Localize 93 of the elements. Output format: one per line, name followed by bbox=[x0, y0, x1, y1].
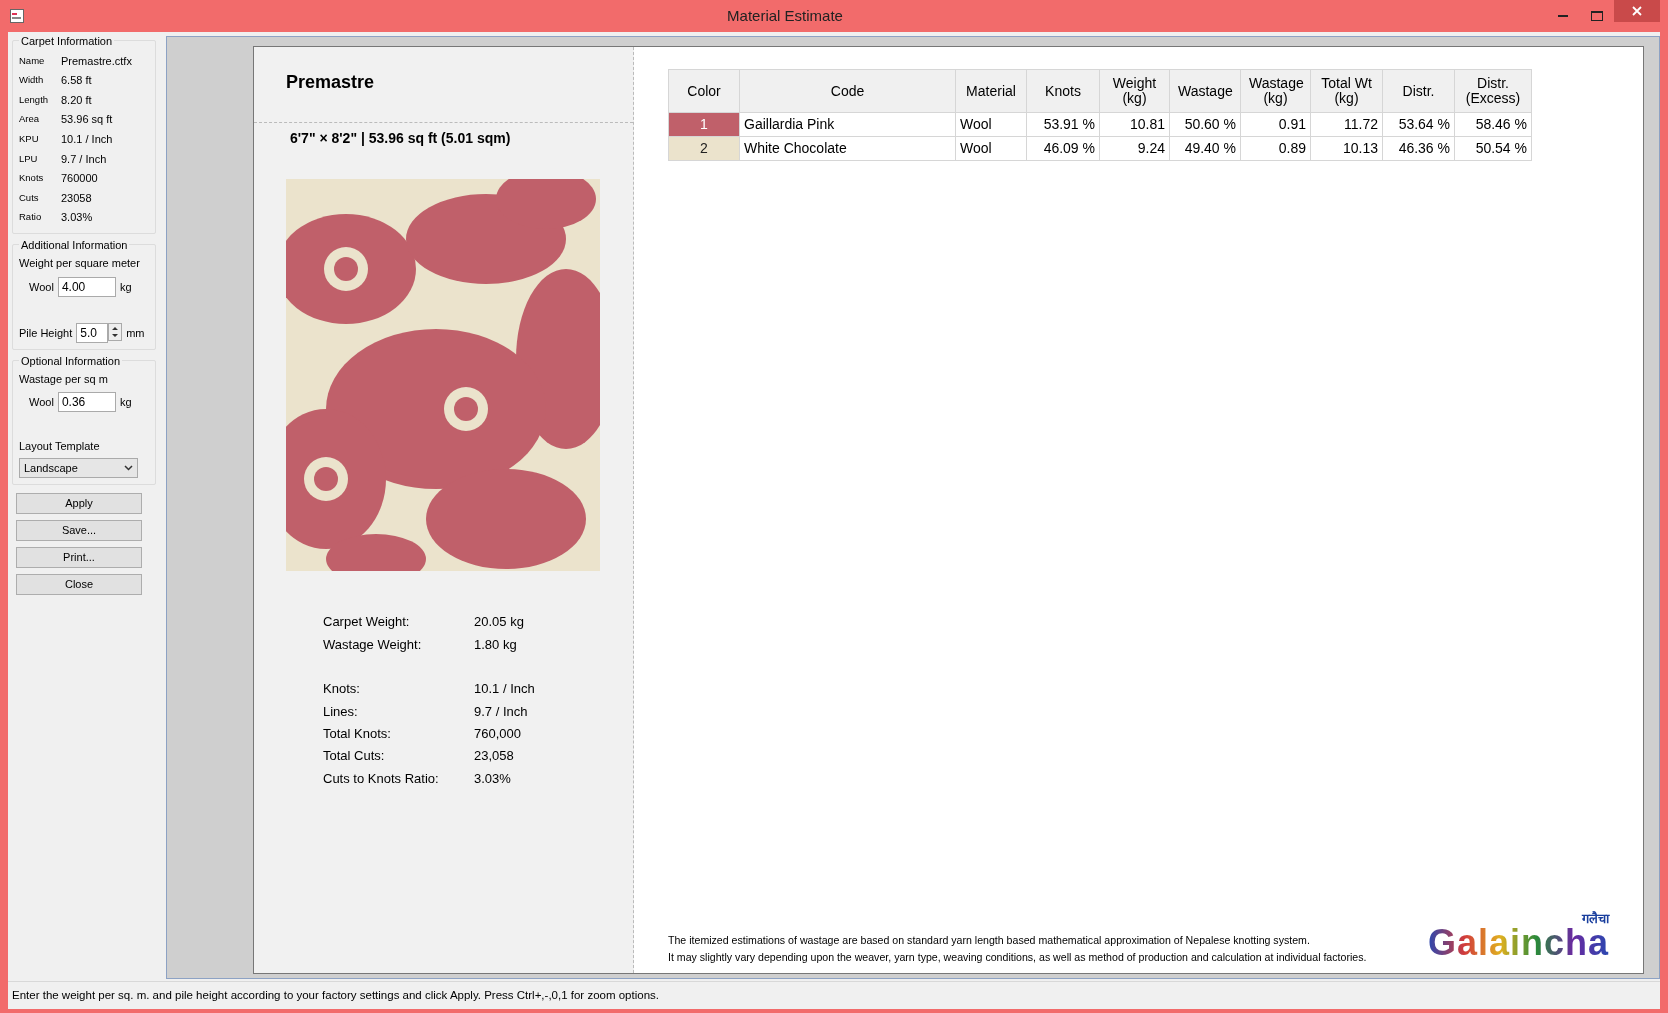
maximize-icon bbox=[1591, 11, 1603, 21]
summary-label: Cuts to Knots Ratio: bbox=[323, 769, 440, 788]
summary-label: Total Cuts: bbox=[323, 747, 386, 766]
field-label: Width bbox=[19, 73, 45, 88]
dimensions-text: 6'7" × 8'2" | 53.96 sq ft (5.01 sqm) bbox=[290, 130, 511, 146]
unit-label: mm bbox=[126, 325, 145, 341]
column-header: Total Wt (kg) bbox=[1310, 69, 1383, 113]
summary-value: 23,058 bbox=[474, 747, 514, 766]
column-header: Color bbox=[668, 69, 740, 113]
field-label: Cuts bbox=[19, 190, 40, 205]
close-icon bbox=[1632, 6, 1642, 16]
column-header: Wastage bbox=[1169, 69, 1241, 113]
field-value: 760000 bbox=[61, 171, 98, 187]
field-value: 53.96 sq ft bbox=[61, 112, 113, 128]
table-cell: 0.89 bbox=[1240, 136, 1311, 161]
table-cell: 49.40 % bbox=[1169, 136, 1241, 161]
table-cell: 9.24 bbox=[1099, 136, 1170, 161]
table-cell: 53.91 % bbox=[1026, 112, 1100, 137]
table-cell: 50.60 % bbox=[1169, 112, 1241, 137]
color-swatch: 1 bbox=[668, 112, 740, 137]
field-value: 3.03% bbox=[61, 210, 93, 226]
action-button[interactable]: Print... bbox=[16, 546, 142, 568]
table-cell: White Chocolate bbox=[739, 136, 956, 161]
field-value: 9.7 / Inch bbox=[61, 151, 107, 167]
minimize-icon bbox=[1558, 14, 1568, 18]
field-label: Length bbox=[19, 92, 50, 107]
table-cell: 10.13 bbox=[1310, 136, 1383, 161]
spinner-arrows-icon[interactable] bbox=[108, 322, 123, 343]
group-subtitle: Wastage per sq m bbox=[19, 371, 109, 387]
table-cell: Wool bbox=[955, 112, 1027, 137]
logo-script-text: गलैचा bbox=[1582, 912, 1609, 925]
field-label: Ratio bbox=[19, 210, 43, 225]
summary-value: 10.1 / Inch bbox=[474, 680, 535, 699]
field-value: 8.20 ft bbox=[61, 92, 92, 108]
field-label: Wool bbox=[29, 395, 54, 411]
field-value: 10.1 / Inch bbox=[61, 131, 113, 147]
window-title: Material Estimate bbox=[726, 5, 844, 26]
summary-label: Total Knots: bbox=[323, 725, 392, 743]
summary-label: Knots: bbox=[323, 680, 361, 699]
summary-value: 20.05 kg bbox=[474, 613, 524, 632]
group-subtitle: Weight per square meter bbox=[19, 256, 141, 272]
action-button[interactable]: Close bbox=[16, 573, 142, 595]
table-cell: 46.09 % bbox=[1026, 136, 1100, 161]
table-cell: 10.81 bbox=[1099, 112, 1170, 137]
summary-value: 760,000 bbox=[474, 725, 521, 743]
table-cell: 11.72 bbox=[1310, 112, 1383, 137]
chevron-down-icon bbox=[124, 464, 133, 471]
field-label: KPU bbox=[19, 132, 40, 147]
field-label: LPU bbox=[19, 151, 39, 166]
column-header: Weight (kg) bbox=[1099, 69, 1170, 113]
unit-label: kg bbox=[119, 395, 132, 411]
spin-field[interactable]: 5.0 bbox=[76, 322, 109, 343]
unit-label: kg bbox=[119, 279, 132, 295]
footnote-text: It may slightly vary depending upon the weaver, yarn type, weaving conditions, as well as method of production and calculation at individual factories. bbox=[668, 949, 1367, 965]
summary-label: Wastage Weight: bbox=[323, 635, 423, 654]
field-value: 6.58 ft bbox=[61, 73, 92, 89]
column-header: Knots bbox=[1026, 69, 1100, 113]
action-button[interactable]: Apply bbox=[16, 492, 142, 514]
field-label: Name bbox=[19, 53, 46, 68]
column-header: Code bbox=[739, 69, 956, 113]
column-header: Distr. (Excess) bbox=[1454, 69, 1532, 113]
table-cell: Wool bbox=[955, 136, 1027, 161]
summary-value: 3.03% bbox=[474, 769, 511, 788]
table-cell: 50.54 % bbox=[1454, 136, 1532, 161]
summary-value: 1.80 kg bbox=[474, 635, 517, 654]
field-label: Area bbox=[19, 112, 41, 127]
close-button[interactable] bbox=[1614, 0, 1660, 22]
field-label: Pile Height bbox=[19, 325, 73, 341]
report-title: Premastre bbox=[286, 72, 375, 92]
field-label: Knots bbox=[19, 171, 45, 186]
field-label: Layout Template bbox=[19, 439, 101, 455]
table-cell: 46.36 % bbox=[1382, 136, 1455, 161]
action-button[interactable]: Save... bbox=[16, 519, 142, 541]
column-header: Wastage (kg) bbox=[1240, 69, 1311, 113]
field-value: 23058 bbox=[61, 190, 92, 206]
table-cell: Gaillardia Pink bbox=[739, 112, 956, 137]
status-bar: Enter the weight per sq. m. and pile height according to your factory settings and click Apply. Press Ctrl+,-,0,1 for zoom options. bbox=[8, 981, 1660, 1009]
input-field[interactable]: 4.00 bbox=[57, 276, 116, 297]
field-label: Wool bbox=[29, 279, 54, 295]
table-cell: 0.91 bbox=[1240, 112, 1311, 137]
summary-value: 9.7 / Inch bbox=[474, 702, 528, 721]
column-header: Material bbox=[955, 69, 1027, 113]
summary-label: Carpet Weight: bbox=[323, 613, 411, 632]
column-header: Distr. bbox=[1382, 69, 1455, 113]
app-icon bbox=[10, 9, 24, 23]
table-cell: 53.64 % bbox=[1382, 112, 1455, 137]
layout-template-dropdown[interactable]: Landscape bbox=[19, 457, 138, 478]
table-cell: 58.46 % bbox=[1454, 112, 1532, 137]
footnote-text: The itemized estimations of wastage are based on standard yarn length based mathematical approximation of Nepalese knotting system. bbox=[668, 933, 1311, 949]
summary-label: Lines: bbox=[323, 702, 359, 721]
color-swatch: 2 bbox=[668, 136, 740, 161]
field-value: Premastre.ctfx bbox=[61, 53, 132, 69]
input-field[interactable]: 0.36 bbox=[57, 392, 116, 413]
